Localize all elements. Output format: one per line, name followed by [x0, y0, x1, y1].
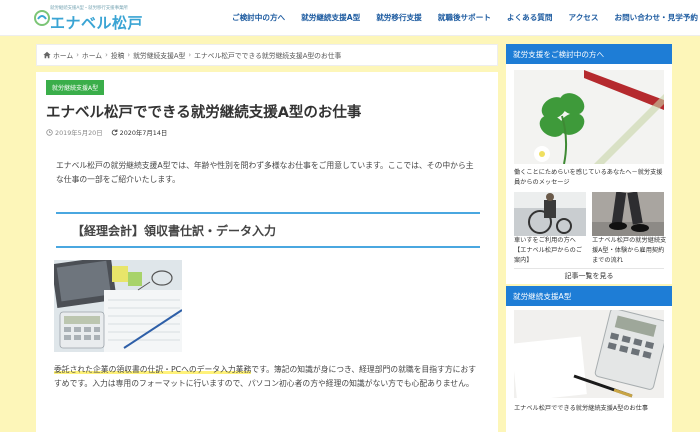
sidebar-post-type-a-jobs[interactable]: エナベル松戸でできる就労継続支援A型のお仕事 [514, 404, 674, 414]
breadcrumb-separator-icon: › [105, 51, 108, 59]
updated-date: 2020年7月14日 [119, 129, 168, 137]
category-badge[interactable]: 就労継続支援A型 [46, 80, 105, 95]
article-body: 委託された企業の領収書の仕訳・PCへのデータ入力業務です。簿記の知識が身につき、… [54, 363, 478, 391]
nav-item-access[interactable]: アクセス [568, 12, 598, 23]
article-meta: 2019年5月20日 2020年7月14日 [46, 128, 167, 137]
article-title: エナベル松戸でできる就労継続支援A型のお仕事 [46, 105, 362, 121]
divider [514, 268, 664, 269]
sidebar-post-message[interactable]: 働くことにためらいを感じているあなたへ－就労支援員からのメッセージ [514, 168, 664, 188]
wheelchair-photo[interactable] [514, 192, 586, 236]
calculator-photo[interactable] [514, 310, 664, 398]
breadcrumb-posts[interactable]: 投稿 [111, 50, 125, 60]
breadcrumb-current: エナベル松戸でできる就労継続支援A型のお仕事 [194, 52, 342, 60]
sidebar-post-flow[interactable]: エナベル松戸の就労継続支援A型・体験から雇用契約までの流れ [592, 236, 668, 266]
site-logo[interactable]: 就労継続支援A型・就労移行支援事業所 エナベル松戸 [34, 3, 144, 33]
breadcrumb-separator-icon: › [127, 51, 131, 59]
global-nav: ご検討中の方へ 就労継続支援A型 就労移行支援 就職後サポート よくある質問 ア… [232, 12, 698, 23]
accounting-photo-image [54, 260, 182, 352]
home-icon [43, 51, 51, 59]
clock-icon [46, 129, 53, 136]
logo-subtitle: 就労継続支援A型・就労移行支援事業所 [50, 6, 128, 11]
logo-mark-icon [34, 10, 50, 26]
nav-item-after-support[interactable]: 就職後サポート [438, 12, 491, 23]
site-header: 就労継続支援A型・就労移行支援事業所 エナベル松戸 ご検討中の方へ 就労継続支援… [0, 0, 700, 36]
nav-item-contact[interactable]: お問い合わせ・見学予約 [614, 12, 698, 23]
view-all-posts-link[interactable]: 記事一覧を見る [506, 271, 672, 281]
breadcrumb-separator-icon: › [188, 51, 192, 59]
nav-item-type-a[interactable]: 就労継続支援A型 [301, 12, 360, 23]
nav-item-transition[interactable]: 就労移行支援 [376, 12, 422, 23]
breadcrumb-category[interactable]: 就労継続支援A型 [133, 50, 185, 60]
logo-name: エナベル松戸 [50, 14, 144, 32]
body-highlight: 委託された企業の領収書の仕訳・PCへのデータ入力業務 [54, 365, 252, 374]
refresh-icon [111, 129, 118, 136]
published-date: 2019年5月20日 [55, 129, 103, 137]
clover-photo-image [514, 70, 664, 164]
section-heading: 【経理会計】領収書仕訳・データ入力 [56, 212, 480, 248]
calculator-photo-image [514, 310, 664, 398]
breadcrumb-home-2[interactable]: ホーム [82, 50, 102, 60]
wheelchair-photo-image [514, 192, 586, 236]
sidebar-widget-title: 就労継続支援A型 [506, 286, 672, 306]
breadcrumb: ホーム › ホーム › 投稿 › 就労継続支援A型 › エナベル松戸でできる就労… [36, 44, 498, 66]
sidebar-post-wheelchair[interactable]: 車いすをご利用の方へ【エナベル松戸からのご案内】 [514, 236, 588, 266]
breadcrumb-separator-icon: › [76, 51, 79, 59]
nav-item-faq[interactable]: よくある質問 [507, 12, 553, 23]
breadcrumb-home[interactable]: ホーム [53, 50, 73, 60]
sidebar-widget-consider: 就労支援をご検討中の方へ 働くことにためらいを感じているあなたへ－就労支援員から… [506, 44, 672, 284]
clover-photo[interactable] [514, 70, 664, 164]
accounting-photo [54, 260, 182, 352]
sidebar-widget-type-a: 就労継続支援A型 エナベル松戸でできる就労継続支援A型のお仕事 [506, 286, 672, 432]
walking-photo-image [592, 192, 664, 236]
walking-photo[interactable] [592, 192, 664, 236]
article-intro: エナベル松戸の就労継続支援A型では、年齢や性別を問わず多様なお仕事をご用意してい… [56, 161, 474, 184]
article-card: 就労継続支援A型 エナベル松戸でできる就労継続支援A型のお仕事 2019年5月2… [36, 72, 498, 432]
nav-item-consider[interactable]: ご検討中の方へ [232, 12, 285, 23]
sidebar-widget-title: 就労支援をご検討中の方へ [506, 44, 672, 64]
updated-wrap: 2020年7月14日 [111, 128, 168, 137]
